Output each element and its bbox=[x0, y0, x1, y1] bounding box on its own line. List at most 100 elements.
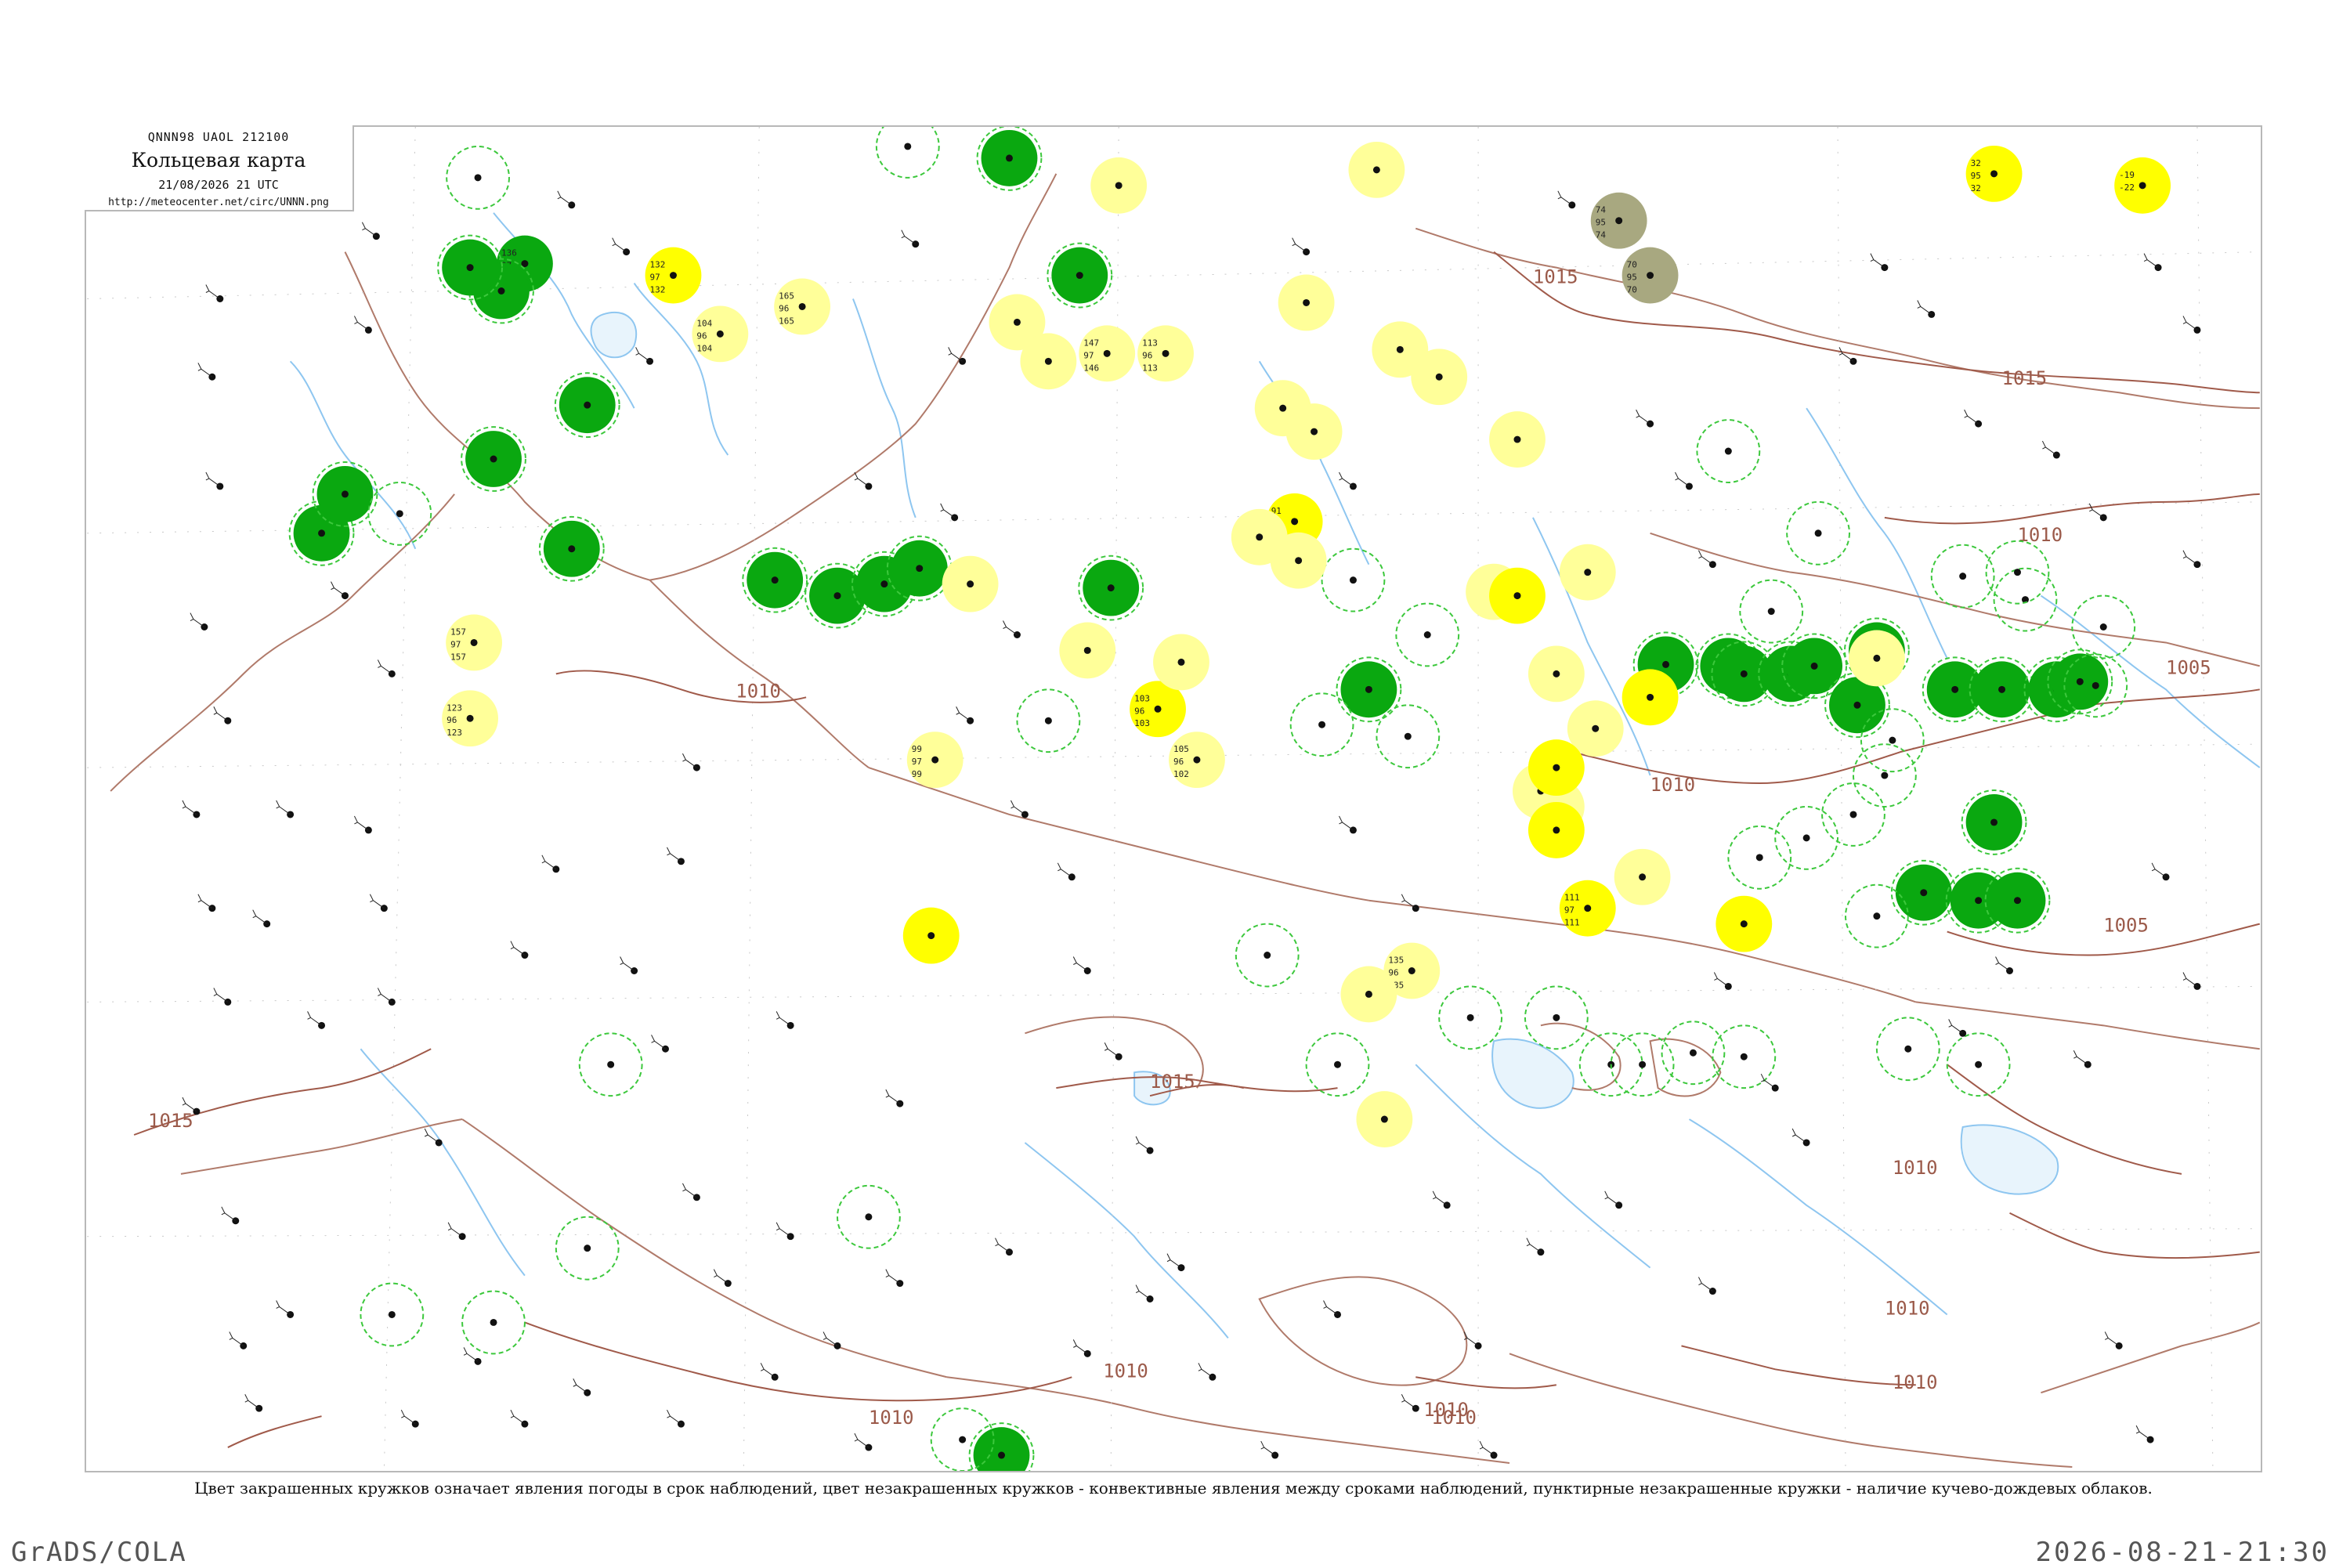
station-marker bbox=[510, 941, 529, 959]
station-dot bbox=[865, 1213, 873, 1221]
station-dot bbox=[1044, 357, 1052, 365]
station-dot bbox=[2193, 326, 2201, 334]
station-dot bbox=[1990, 818, 1998, 826]
station-marker bbox=[1057, 862, 1076, 881]
station-dot bbox=[1740, 920, 1748, 928]
station-dot bbox=[341, 490, 349, 498]
station-marker bbox=[942, 555, 999, 612]
station-marker: 157 97 157 bbox=[446, 614, 502, 671]
station-dot bbox=[1435, 373, 1443, 381]
station-dot bbox=[1115, 182, 1123, 190]
station-marker bbox=[437, 234, 503, 301]
station-value: 103 bbox=[1134, 693, 1150, 703]
station-dot bbox=[1466, 1013, 1474, 1021]
station-dot bbox=[1513, 592, 1521, 600]
station-dot bbox=[1975, 897, 1983, 905]
station-marker bbox=[377, 659, 396, 677]
station-dot bbox=[2092, 681, 2099, 689]
station-marker bbox=[182, 800, 201, 818]
station-dot bbox=[1889, 736, 1896, 744]
isobar-labels: 1015 1015 1015 1010 1010 1010 1010 1010 … bbox=[148, 266, 2211, 1429]
station-value: 123 bbox=[446, 728, 462, 738]
station-marker bbox=[1946, 1032, 2011, 1097]
station-dot bbox=[2193, 982, 2201, 990]
station-value: 157 bbox=[450, 627, 466, 637]
station-dot bbox=[1349, 576, 1357, 584]
station-value: 97 bbox=[912, 757, 922, 767]
station-value: 146 bbox=[1083, 363, 1099, 373]
legend-caption: Цвет закрашенных кружков означает явлени… bbox=[194, 1479, 2153, 1498]
station-dot bbox=[1013, 318, 1021, 326]
station-dot bbox=[1177, 658, 1185, 666]
station-dot bbox=[1443, 1201, 1451, 1209]
station-marker bbox=[1072, 1339, 1091, 1357]
station-marker bbox=[538, 515, 605, 582]
station-dot bbox=[607, 1060, 615, 1068]
station-marker bbox=[956, 706, 974, 724]
station-value: 70 bbox=[1627, 260, 1637, 270]
station-marker bbox=[1289, 692, 1354, 757]
station-value: 97 bbox=[1083, 350, 1094, 360]
station-dot bbox=[880, 580, 888, 588]
station-marker bbox=[1153, 634, 1209, 691]
isobars-layer bbox=[133, 251, 2261, 1448]
station-dot bbox=[466, 714, 474, 722]
station-marker bbox=[360, 1282, 425, 1347]
station-marker bbox=[1526, 1237, 1545, 1256]
station-marker: 74 95 74 bbox=[1590, 192, 1647, 249]
station-value: 96 bbox=[1173, 757, 1184, 767]
station-value: 113 bbox=[1142, 363, 1158, 373]
station-dot bbox=[1162, 349, 1170, 357]
station-marker bbox=[276, 1300, 295, 1318]
station-dot bbox=[1802, 1139, 1810, 1147]
station-value: 113 bbox=[1142, 338, 1158, 348]
station-marker bbox=[213, 988, 232, 1006]
cb-ring bbox=[875, 127, 940, 179]
station-value: 96 bbox=[779, 303, 789, 313]
station-marker bbox=[1401, 1394, 1419, 1412]
station-value: 165 bbox=[779, 316, 794, 326]
isobar-label: 1015 bbox=[148, 1110, 193, 1132]
station-value: 74 bbox=[1596, 205, 1607, 215]
station-dot bbox=[1553, 1013, 1560, 1021]
station-marker bbox=[1604, 1190, 1623, 1209]
station-dot bbox=[435, 1139, 443, 1147]
station-marker: 104 96 104 bbox=[692, 305, 749, 363]
station-marker bbox=[1875, 1017, 1940, 1082]
station-marker bbox=[1376, 704, 1441, 769]
station-dot bbox=[470, 638, 478, 646]
station-dot bbox=[2076, 677, 2084, 685]
footer-software: GrADS/COLA bbox=[11, 1537, 187, 1568]
station-value: 74 bbox=[1596, 230, 1607, 240]
station-dot bbox=[1311, 428, 1318, 435]
station-dot bbox=[1256, 533, 1264, 541]
station-marker bbox=[742, 547, 808, 613]
station-dot bbox=[1076, 272, 1083, 280]
station-dot bbox=[1873, 912, 1881, 920]
isobar-label: 1005 bbox=[2103, 915, 2149, 937]
station-marker bbox=[400, 1409, 419, 1428]
station-dot bbox=[1767, 608, 1775, 616]
station-marker bbox=[1339, 471, 1357, 490]
station-dot bbox=[474, 174, 482, 182]
station-marker bbox=[1964, 409, 1983, 428]
station-dot bbox=[2138, 182, 2146, 190]
station-value: 32 bbox=[1971, 158, 1981, 168]
isobar-label: 1010 bbox=[1893, 1371, 1938, 1393]
station-dot bbox=[1513, 435, 1521, 443]
station-dot bbox=[1853, 701, 1861, 709]
station-marker bbox=[976, 127, 1043, 191]
station-marker bbox=[1135, 1284, 1154, 1303]
station-marker bbox=[2135, 1425, 2154, 1443]
station-marker bbox=[1489, 411, 1546, 468]
station-marker bbox=[1713, 972, 1732, 990]
station-marker bbox=[1852, 743, 1917, 807]
station-marker bbox=[1696, 419, 1761, 483]
station-marker bbox=[682, 1183, 700, 1201]
station-marker bbox=[1078, 555, 1144, 621]
station-marker bbox=[1090, 157, 1148, 214]
station-dot bbox=[388, 1310, 396, 1318]
station-marker bbox=[377, 988, 396, 1006]
station-marker bbox=[776, 1011, 794, 1029]
station-marker bbox=[244, 1394, 263, 1412]
